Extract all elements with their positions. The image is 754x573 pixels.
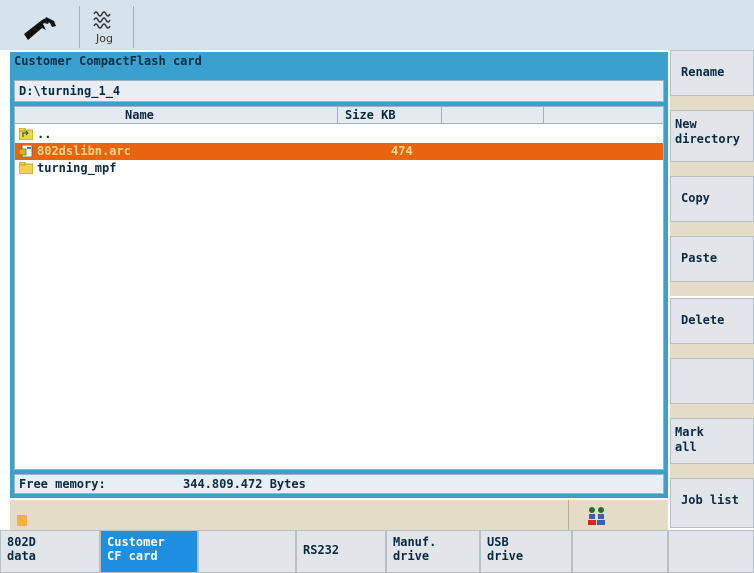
panel-title: Customer CompactFlash card bbox=[14, 54, 202, 68]
wrench-icon[interactable] bbox=[8, 6, 80, 48]
archive-file-icon bbox=[19, 145, 33, 157]
empty-bottom-softkey-3[interactable] bbox=[198, 530, 296, 573]
alarm-icon bbox=[17, 515, 27, 526]
manuf-drive-softkey[interactable]: Manuf. drive bbox=[386, 530, 480, 573]
file-row-parent[interactable]: .. bbox=[15, 126, 663, 143]
folder-up-icon bbox=[19, 128, 33, 140]
column-size-header[interactable]: Size KB bbox=[345, 108, 396, 122]
empty-bottom-softkey-7[interactable] bbox=[572, 530, 668, 573]
top-toolbar: Jog bbox=[0, 0, 754, 50]
file-browser-panel: Customer CompactFlash card D:\turning_1_… bbox=[10, 52, 668, 498]
file-name: 802dslibn.arc bbox=[37, 144, 131, 158]
mark-all-softkey[interactable]: Mark all bbox=[670, 418, 754, 464]
copy-softkey[interactable]: Copy bbox=[670, 176, 754, 222]
jog-label: Jog bbox=[96, 32, 113, 45]
list-header: Name Size KB bbox=[15, 107, 663, 124]
column-name-header[interactable]: Name bbox=[125, 108, 154, 122]
rename-softkey[interactable]: Rename bbox=[670, 50, 754, 96]
rs232-softkey[interactable]: RS232 bbox=[296, 530, 386, 573]
folder-icon bbox=[19, 162, 33, 174]
free-memory-bar: Free memory: 344.809.472 Bytes bbox=[14, 474, 664, 494]
file-size: 474 bbox=[391, 144, 413, 158]
new-directory-softkey[interactable]: New directory bbox=[670, 110, 754, 162]
delete-softkey[interactable]: Delete bbox=[670, 298, 754, 344]
file-list[interactable]: Name Size KB .. 802dslibn.arc 474 turnin… bbox=[14, 106, 664, 470]
status-line bbox=[10, 500, 668, 530]
file-name: turning_mpf bbox=[37, 161, 117, 175]
file-name: .. bbox=[37, 127, 52, 141]
empty-softkey-6[interactable] bbox=[670, 358, 754, 404]
free-memory-value: 344.809.472 Bytes bbox=[183, 477, 306, 491]
paste-softkey[interactable]: Paste bbox=[670, 236, 754, 282]
802d-data-softkey[interactable]: 802D data bbox=[0, 530, 100, 573]
channel-status-icon bbox=[588, 507, 605, 525]
free-memory-label: Free memory: bbox=[19, 477, 106, 491]
file-row-folder[interactable]: turning_mpf bbox=[15, 160, 663, 177]
customer-cf-card-softkey[interactable]: Customer CF card bbox=[100, 530, 198, 573]
empty-bottom-softkey-8[interactable] bbox=[668, 530, 754, 573]
file-row-selected[interactable]: 802dslibn.arc 474 bbox=[15, 143, 663, 160]
job-list-softkey[interactable]: Job list bbox=[670, 478, 754, 528]
usb-drive-softkey[interactable]: USB drive bbox=[480, 530, 572, 573]
current-path: D:\turning_1_4 bbox=[14, 80, 664, 102]
